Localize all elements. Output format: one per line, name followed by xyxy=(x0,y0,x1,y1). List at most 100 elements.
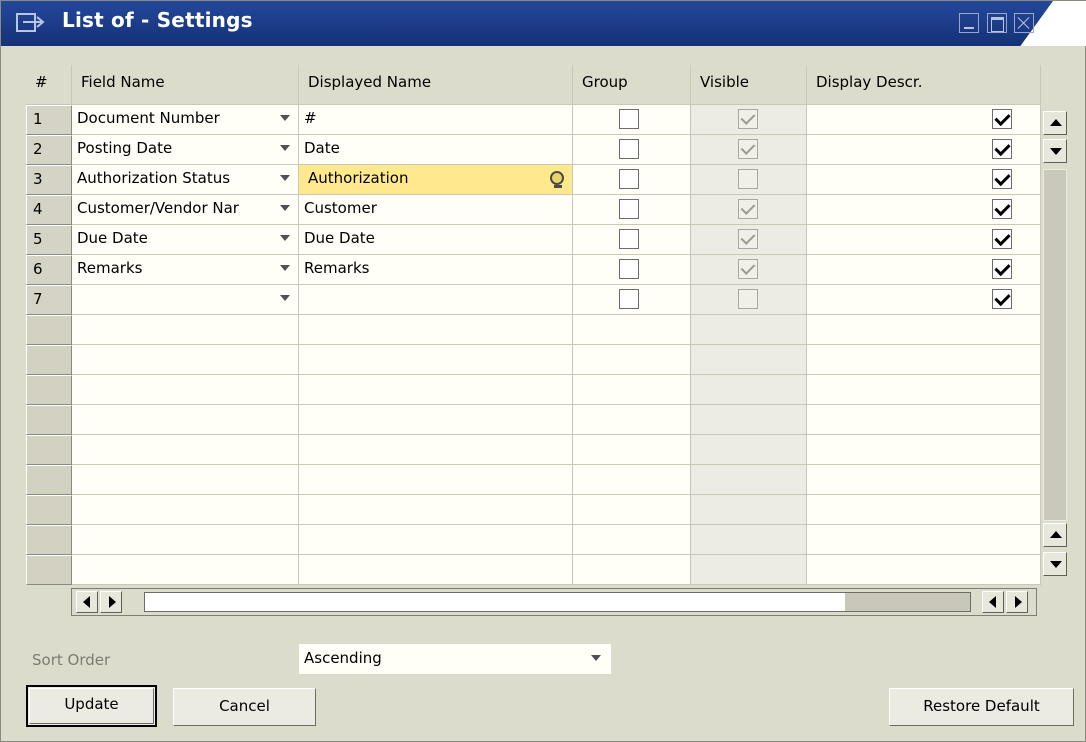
visible-cell[interactable] xyxy=(691,405,807,435)
header-group[interactable]: Group xyxy=(573,65,691,105)
table-row[interactable] xyxy=(26,495,1041,525)
row-number[interactable] xyxy=(26,495,72,525)
row-number[interactable]: 3 xyxy=(26,165,72,195)
displayed-name-cell[interactable] xyxy=(299,435,573,465)
header-visible[interactable]: Visible xyxy=(691,65,807,105)
chevron-down-icon[interactable] xyxy=(280,235,290,241)
row-number[interactable]: 6 xyxy=(26,255,72,285)
visible-cell[interactable] xyxy=(691,495,807,525)
descr-cell[interactable] xyxy=(807,225,1041,255)
vertical-scrollbar[interactable] xyxy=(1041,105,1069,583)
close-icon[interactable] xyxy=(1014,13,1034,33)
table-row[interactable] xyxy=(26,435,1041,465)
table-row[interactable]: 5 Due Date Due Date xyxy=(26,225,1041,255)
group-cell[interactable] xyxy=(573,435,691,465)
field-name-cell[interactable] xyxy=(72,555,299,585)
group-checkbox[interactable] xyxy=(619,289,639,309)
visible-cell[interactable] xyxy=(691,225,807,255)
field-name-cell[interactable] xyxy=(72,315,299,345)
group-cell[interactable] xyxy=(573,405,691,435)
row-number[interactable] xyxy=(26,555,72,585)
group-cell[interactable] xyxy=(573,255,691,285)
table-row[interactable] xyxy=(26,405,1041,435)
displayed-name-cell[interactable]: # xyxy=(299,105,573,135)
descr-cell[interactable] xyxy=(807,555,1041,585)
sort-order-select[interactable]: Ascending xyxy=(299,644,611,674)
row-number[interactable]: 7 xyxy=(26,285,72,315)
maximize-icon[interactable] xyxy=(987,13,1007,33)
chevron-down-icon[interactable] xyxy=(591,655,601,661)
visible-cell[interactable] xyxy=(691,165,807,195)
descr-checkbox[interactable] xyxy=(992,169,1012,189)
visible-cell[interactable] xyxy=(691,555,807,585)
displayed-name-cell[interactable]: Remarks xyxy=(299,255,573,285)
descr-cell[interactable] xyxy=(807,285,1041,315)
group-checkbox[interactable] xyxy=(619,259,639,279)
update-button[interactable]: Update xyxy=(26,685,157,727)
descr-cell[interactable] xyxy=(807,495,1041,525)
row-number[interactable]: 2 xyxy=(26,135,72,165)
header-display-descr[interactable]: Display Descr. xyxy=(807,65,1041,105)
table-row[interactable] xyxy=(26,465,1041,495)
chevron-down-icon[interactable] xyxy=(280,205,290,211)
descr-cell[interactable] xyxy=(807,195,1041,225)
restore-default-button[interactable]: Restore Default xyxy=(889,688,1074,726)
descr-cell[interactable] xyxy=(807,315,1041,345)
displayed-name-cell[interactable] xyxy=(299,465,573,495)
descr-checkbox[interactable] xyxy=(992,139,1012,159)
descr-cell[interactable] xyxy=(807,465,1041,495)
table-row[interactable]: 3 Authorization Status Authorization xyxy=(26,165,1041,195)
descr-cell[interactable] xyxy=(807,255,1041,285)
group-checkbox[interactable] xyxy=(619,199,639,219)
displayed-name-cell[interactable] xyxy=(299,495,573,525)
group-checkbox[interactable] xyxy=(619,169,639,189)
field-name-cell[interactable]: Customer/Vendor Nar xyxy=(72,195,299,225)
row-number[interactable] xyxy=(26,405,72,435)
visible-cell[interactable] xyxy=(691,135,807,165)
field-name-cell[interactable] xyxy=(72,495,299,525)
table-row[interactable] xyxy=(26,345,1041,375)
minimize-icon[interactable] xyxy=(959,13,979,33)
chevron-down-icon[interactable] xyxy=(280,265,290,271)
chevron-down-icon[interactable] xyxy=(280,145,290,151)
field-name-cell[interactable] xyxy=(72,525,299,555)
table-row[interactable]: 2 Posting Date Date xyxy=(26,135,1041,165)
descr-cell[interactable] xyxy=(807,435,1041,465)
scroll-right-icon[interactable] xyxy=(100,591,122,613)
descr-cell[interactable] xyxy=(807,105,1041,135)
group-cell[interactable] xyxy=(573,555,691,585)
scroll-left-icon[interactable] xyxy=(982,591,1004,613)
row-number[interactable]: 4 xyxy=(26,195,72,225)
table-row[interactable] xyxy=(26,375,1041,405)
group-cell[interactable] xyxy=(573,495,691,525)
row-number[interactable] xyxy=(26,315,72,345)
group-checkbox[interactable] xyxy=(619,229,639,249)
chevron-down-icon[interactable] xyxy=(280,175,290,181)
descr-cell[interactable] xyxy=(807,405,1041,435)
group-cell[interactable] xyxy=(573,105,691,135)
translate-icon[interactable] xyxy=(550,171,564,188)
group-cell[interactable] xyxy=(573,285,691,315)
horizontal-scrollbar[interactable] xyxy=(71,588,1037,616)
group-cell[interactable] xyxy=(573,465,691,495)
table-row[interactable]: 1 Document Number # xyxy=(26,105,1041,135)
scroll-down-icon[interactable] xyxy=(1043,139,1067,163)
visible-cell[interactable] xyxy=(691,285,807,315)
field-name-cell[interactable]: Remarks xyxy=(72,255,299,285)
descr-cell[interactable] xyxy=(807,165,1041,195)
field-name-cell[interactable]: Authorization Status xyxy=(72,165,299,195)
displayed-name-cell[interactable]: Customer xyxy=(299,195,573,225)
displayed-name-cell[interactable] xyxy=(299,345,573,375)
table-row[interactable]: 6 Remarks Remarks xyxy=(26,255,1041,285)
displayed-name-cell[interactable] xyxy=(299,285,573,315)
chevron-down-icon[interactable] xyxy=(280,295,290,301)
table-row[interactable] xyxy=(26,525,1041,555)
cancel-button[interactable]: Cancel xyxy=(173,688,316,726)
group-cell[interactable] xyxy=(573,525,691,555)
visible-cell[interactable] xyxy=(691,375,807,405)
header-displayed-name[interactable]: Displayed Name xyxy=(299,65,573,105)
visible-cell[interactable] xyxy=(691,105,807,135)
group-cell[interactable] xyxy=(573,375,691,405)
row-number[interactable] xyxy=(26,465,72,495)
visible-cell[interactable] xyxy=(691,465,807,495)
